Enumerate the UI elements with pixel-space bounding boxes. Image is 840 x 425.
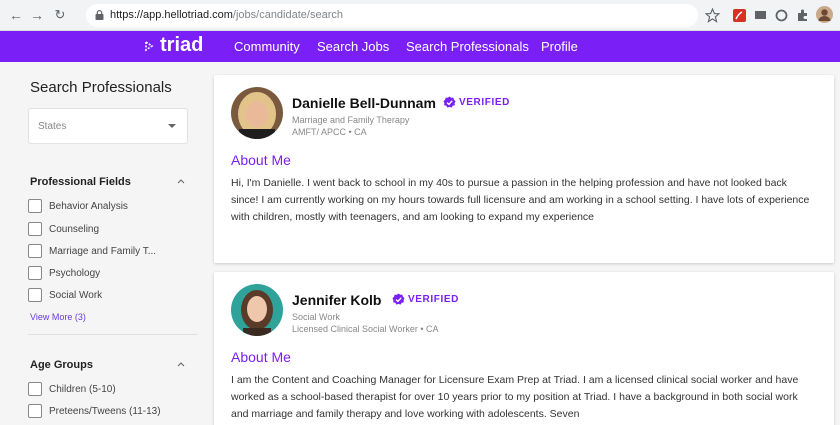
results-list: Danielle Bell-Dunnam VERIFIED Marriage a…: [210, 62, 840, 425]
professional-card[interactable]: Jennifer Kolb VERIFIED Social Work Licen…: [214, 272, 834, 425]
checkbox-label: Social Work: [49, 290, 103, 301]
nav-link-search-jobs[interactable]: Search Jobs: [317, 39, 389, 54]
triad-logo-icon[interactable]: [143, 40, 155, 52]
states-select[interactable]: States: [28, 108, 188, 144]
verified-label: VERIFIED: [408, 294, 459, 305]
professional-field: Marriage and Family Therapy: [292, 115, 410, 125]
sidebar-divider: [28, 334, 198, 335]
professional-name[interactable]: Danielle Bell-Dunnam: [292, 95, 436, 111]
checkbox-label: Behavior Analysis: [49, 201, 128, 212]
checkbox-box[interactable]: [28, 244, 42, 258]
note-extension-icon[interactable]: [753, 8, 768, 23]
star-icon[interactable]: [705, 8, 720, 23]
checkbox-box[interactable]: [28, 199, 42, 213]
back-icon[interactable]: ←: [6, 5, 26, 25]
nav-link-profile[interactable]: Profile: [541, 39, 578, 54]
nav-link-community[interactable]: Community: [234, 39, 300, 54]
checkbox-box[interactable]: [28, 288, 42, 302]
reload-icon[interactable]: ↻: [50, 5, 70, 25]
url-text: https://app.hellotriad.com/jobs/candidat…: [110, 9, 343, 21]
sidebar-title: Search Professionals: [30, 79, 172, 96]
lock-icon: [95, 10, 104, 20]
about-heading: About Me: [231, 349, 291, 365]
states-select-value: States: [38, 121, 67, 132]
age-groups-heading[interactable]: Age Groups: [30, 359, 93, 371]
filter-sidebar: Search Professionals States Professional…: [0, 62, 210, 425]
url-path: /jobs/candidate/search: [232, 9, 343, 21]
professional-bio: Hi, I'm Danielle. I went back to school …: [231, 177, 810, 223]
checkbox-box[interactable]: [28, 266, 42, 280]
address-bar[interactable]: https://app.hellotriad.com/jobs/candidat…: [86, 4, 698, 27]
app-navbar: triad Community Search Jobs Search Profe…: [0, 31, 840, 62]
circle-extension-icon[interactable]: [774, 8, 789, 23]
profile-avatar-icon[interactable]: [816, 6, 833, 23]
professional-name[interactable]: Jennifer Kolb: [292, 292, 381, 308]
checkbox-box[interactable]: [28, 382, 42, 396]
avatar[interactable]: [231, 284, 283, 336]
avatar[interactable]: [231, 87, 283, 139]
url-host: https://app.hellotriad.com: [110, 9, 233, 21]
professional-card[interactable]: Danielle Bell-Dunnam VERIFIED Marriage a…: [214, 75, 834, 263]
pdf-extension-icon[interactable]: [732, 8, 747, 23]
chevron-up-icon[interactable]: [177, 361, 185, 367]
professional-field: Social Work: [292, 312, 340, 322]
professional-bio: I am the Content and Coaching Manager fo…: [231, 374, 799, 420]
nav-link-search-professionals[interactable]: Search Professionals: [406, 39, 529, 54]
caret-down-icon: [168, 124, 176, 128]
verified-check-icon: [392, 293, 405, 305]
puzzle-icon[interactable]: [795, 8, 810, 23]
verified-check-icon: [443, 96, 456, 108]
view-more-link[interactable]: View More (3): [30, 312, 86, 322]
brand-logo[interactable]: triad: [160, 34, 203, 57]
professional-credentials: Licensed Clinical Social Worker • CA: [292, 324, 439, 334]
checkbox-box[interactable]: [28, 404, 42, 418]
browser-toolbar: ← → ↻ https://app.hellotriad.com/jobs/ca…: [0, 0, 840, 31]
chevron-up-icon[interactable]: [177, 178, 185, 184]
professional-credentials: AMFT/ APCC • CA: [292, 127, 367, 137]
checkbox-label: Children (5-10): [49, 384, 116, 395]
checkbox-label: Preteens/Tweens (11-13): [49, 406, 161, 417]
professional-fields-heading[interactable]: Professional Fields: [30, 176, 131, 188]
verified-label: VERIFIED: [459, 97, 510, 108]
checkbox-label: Counseling: [49, 224, 100, 235]
forward-icon[interactable]: →: [27, 5, 47, 25]
checkbox-label: Psychology: [49, 268, 101, 279]
checkbox-label: Marriage and Family T...: [49, 246, 157, 257]
about-heading: About Me: [231, 152, 291, 168]
checkbox-box[interactable]: [28, 222, 42, 236]
